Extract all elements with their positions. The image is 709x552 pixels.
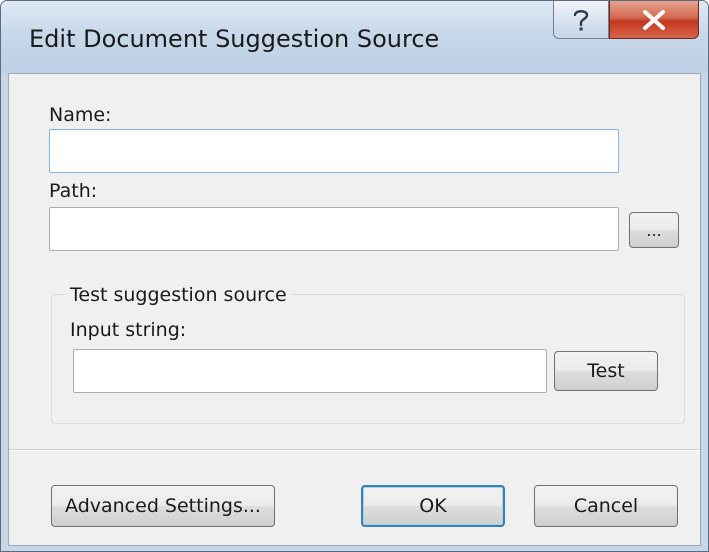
browse-button[interactable]: ... — [629, 212, 679, 248]
window-title: Edit Document Suggestion Source — [29, 25, 440, 53]
dialog-window: Edit Document Suggestion Source Name: Pa… — [0, 0, 709, 552]
advanced-settings-button[interactable]: Advanced Settings... — [51, 485, 275, 527]
close-x-icon — [643, 9, 665, 30]
path-input[interactable] — [49, 207, 619, 251]
input-string-label: Input string: — [70, 319, 187, 341]
name-label: Name: — [49, 104, 112, 126]
question-mark-icon — [573, 9, 589, 30]
cancel-button[interactable]: Cancel — [534, 485, 678, 527]
title-bar[interactable]: Edit Document Suggestion Source — [1, 1, 708, 73]
dialog-body: Name: Path: ... Test suggestion source I… — [8, 73, 701, 546]
test-button[interactable]: Test — [554, 351, 658, 391]
footer-separator — [9, 449, 700, 451]
help-button[interactable] — [553, 1, 609, 39]
name-input[interactable] — [49, 129, 619, 173]
test-group-title: Test suggestion source — [65, 284, 292, 306]
path-label: Path: — [49, 180, 98, 202]
input-string-field[interactable] — [73, 349, 547, 393]
ok-button[interactable]: OK — [361, 485, 505, 527]
close-button[interactable] — [609, 1, 699, 39]
